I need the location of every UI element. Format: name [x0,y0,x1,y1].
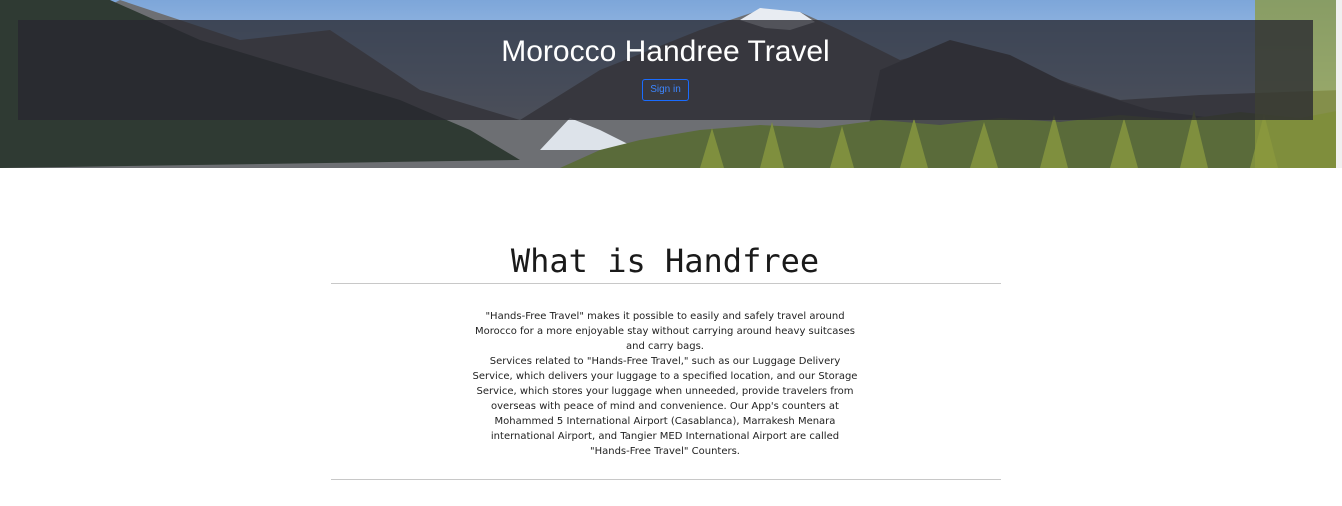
section-divider [331,479,1001,480]
section-heading: What is Handfree [510,242,820,280]
description-text: "Hands-Free Travel" makes it possible to… [470,309,860,459]
description-paragraph-2: Services related to "Hands-Free Travel,"… [472,356,858,457]
sign-in-button[interactable]: Sign in [642,79,689,101]
site-title: Morocco Handree Travel [501,35,830,68]
hero-banner: Morocco Handree Travel Sign in [0,0,1342,168]
heading-divider [331,283,1001,284]
header-overlay: Morocco Handree Travel Sign in [18,20,1313,120]
description-paragraph-1: "Hands-Free Travel" makes it possible to… [474,311,856,352]
